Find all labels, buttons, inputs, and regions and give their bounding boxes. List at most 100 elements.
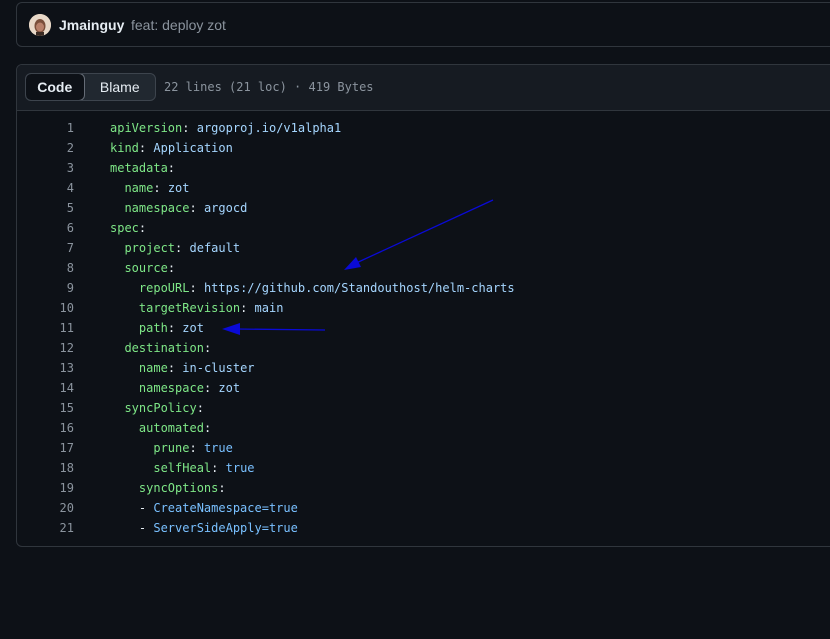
code-text: namespace: argocd bbox=[110, 198, 247, 218]
line-number[interactable]: 14 bbox=[17, 378, 74, 398]
code-line: 21 - ServerSideApply=true bbox=[17, 518, 830, 538]
yaml-value: argoproj.io/v1alpha1 bbox=[196, 121, 342, 135]
code-text: targetRevision: main bbox=[110, 298, 284, 318]
line-number[interactable]: 15 bbox=[17, 398, 74, 418]
line-number[interactable]: 21 bbox=[17, 518, 74, 538]
line-number[interactable]: 6 bbox=[17, 218, 74, 238]
code-line: 17 prune: true bbox=[17, 438, 830, 458]
yaml-value: https://github.com/Standouthost/helm-cha… bbox=[203, 281, 515, 295]
yaml-colon: : bbox=[153, 181, 161, 195]
line-number[interactable]: 7 bbox=[17, 238, 74, 258]
yaml-key: targetRevision bbox=[138, 301, 241, 315]
line-number[interactable]: 20 bbox=[17, 498, 74, 518]
yaml-value: true bbox=[203, 441, 233, 455]
code-text: - CreateNamespace=true bbox=[110, 498, 298, 518]
yaml-key: name bbox=[124, 181, 154, 195]
yaml-colon: : bbox=[175, 241, 183, 255]
code-line: 5 namespace: argocd bbox=[17, 198, 830, 218]
line-number[interactable]: 2 bbox=[17, 138, 74, 158]
yaml-colon: : bbox=[167, 321, 176, 335]
line-number[interactable]: 1 bbox=[17, 118, 74, 138]
yaml-key: prune bbox=[153, 441, 190, 455]
yaml-colon: : bbox=[167, 261, 176, 275]
code-text: automated: bbox=[110, 418, 211, 438]
author-avatar[interactable] bbox=[29, 14, 51, 36]
yaml-colon: : bbox=[167, 161, 176, 175]
yaml-colon: : bbox=[189, 441, 197, 455]
yaml-value: argocd bbox=[203, 201, 248, 215]
code-line: 8 source: bbox=[17, 258, 830, 278]
commit-author-link[interactable]: Jmainguy bbox=[59, 17, 124, 33]
code-line: 15 syncPolicy: bbox=[17, 398, 830, 418]
yaml-key: selfHeal bbox=[153, 461, 212, 475]
code-line: 2 kind: Application bbox=[17, 138, 830, 158]
yaml-colon: : bbox=[189, 281, 197, 295]
code-line: 20 - CreateNamespace=true bbox=[17, 498, 830, 518]
yaml-value: Application bbox=[153, 141, 233, 155]
line-number[interactable]: 4 bbox=[17, 178, 74, 198]
line-number[interactable]: 3 bbox=[17, 158, 74, 178]
yaml-key: source bbox=[124, 261, 168, 275]
code-line: 12 destination: bbox=[17, 338, 830, 358]
line-number[interactable]: 17 bbox=[17, 438, 74, 458]
yaml-colon: : bbox=[203, 341, 212, 355]
code-line: 1 apiVersion: argoproj.io/v1alpha1 bbox=[17, 118, 830, 138]
file-viewer: Code Blame 22 lines (21 loc) · 419 Bytes… bbox=[16, 64, 830, 547]
code-text: spec: bbox=[110, 218, 146, 238]
code-text: syncOptions: bbox=[110, 478, 226, 498]
code-text: name: zot bbox=[110, 178, 189, 198]
code-line: 13 name: in-cluster bbox=[17, 358, 830, 378]
line-number[interactable]: 8 bbox=[17, 258, 74, 278]
line-number[interactable]: 12 bbox=[17, 338, 74, 358]
line-number[interactable]: 18 bbox=[17, 458, 74, 478]
yaml-dash: - bbox=[138, 521, 154, 535]
yaml-key: syncOptions bbox=[138, 481, 219, 495]
yaml-colon: : bbox=[211, 461, 219, 475]
yaml-colon: : bbox=[203, 381, 212, 395]
code-text: destination: bbox=[110, 338, 211, 358]
yaml-colon: : bbox=[189, 201, 197, 215]
code-line: 7 project: default bbox=[17, 238, 830, 258]
view-mode-toggle: Code Blame bbox=[25, 73, 156, 101]
yaml-key: spec bbox=[110, 221, 139, 235]
code-text: project: default bbox=[110, 238, 240, 258]
code-line: 9 repoURL: https://github.com/Standoutho… bbox=[17, 278, 830, 298]
yaml-colon: : bbox=[218, 481, 226, 495]
yaml-value: zot bbox=[218, 381, 241, 395]
code-line: 4 name: zot bbox=[17, 178, 830, 198]
code-text: namespace: zot bbox=[110, 378, 240, 398]
code-line: 10 targetRevision: main bbox=[17, 298, 830, 318]
tab-code[interactable]: Code bbox=[26, 74, 85, 100]
code-text: path: zot bbox=[110, 318, 204, 338]
yaml-value: default bbox=[189, 241, 241, 255]
code-line: 19 syncOptions: bbox=[17, 478, 830, 498]
line-number[interactable]: 11 bbox=[17, 318, 74, 338]
yaml-key: namespace bbox=[138, 381, 204, 395]
yaml-colon: : bbox=[203, 421, 212, 435]
code-view: 1 apiVersion: argoproj.io/v1alpha1 2 kind: … bbox=[17, 118, 830, 538]
yaml-key: path bbox=[138, 321, 168, 335]
yaml-colon: : bbox=[240, 301, 248, 315]
code-text: selfHeal: true bbox=[110, 458, 254, 478]
code-text: prune: true bbox=[110, 438, 233, 458]
yaml-key: automated bbox=[138, 421, 204, 435]
yaml-key: destination bbox=[124, 341, 204, 355]
code-line: 16 automated: bbox=[17, 418, 830, 438]
tab-blame[interactable]: Blame bbox=[85, 74, 155, 100]
line-number[interactable]: 19 bbox=[17, 478, 74, 498]
yaml-key: metadata bbox=[110, 161, 168, 175]
yaml-key: syncPolicy bbox=[124, 401, 197, 415]
code-text: syncPolicy: bbox=[110, 398, 203, 418]
yaml-dash: - bbox=[138, 501, 154, 515]
line-number[interactable]: 16 bbox=[17, 418, 74, 438]
line-number[interactable]: 5 bbox=[17, 198, 74, 218]
commit-message-link[interactable]: feat: deploy zot bbox=[131, 17, 226, 33]
yaml-key: project bbox=[124, 241, 176, 255]
yaml-value: zot bbox=[182, 321, 204, 335]
yaml-key: name bbox=[138, 361, 168, 375]
code-text: source: bbox=[110, 258, 175, 278]
line-number[interactable]: 13 bbox=[17, 358, 74, 378]
line-number[interactable]: 10 bbox=[17, 298, 74, 318]
line-number[interactable]: 9 bbox=[17, 278, 74, 298]
yaml-key: namespace bbox=[124, 201, 190, 215]
